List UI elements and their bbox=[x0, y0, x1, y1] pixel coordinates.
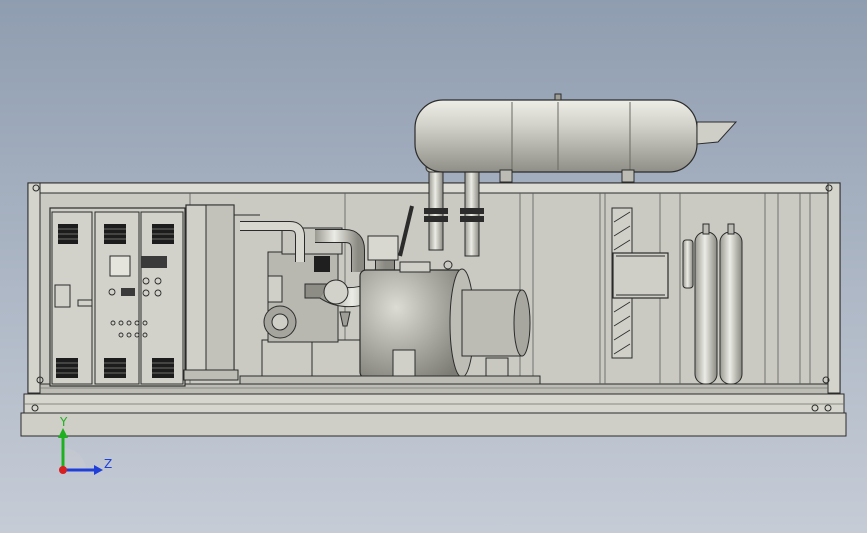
silencer[interactable] bbox=[414, 93, 738, 183]
z-axis-arrow bbox=[94, 465, 103, 475]
origin-marker bbox=[59, 466, 67, 474]
control-cabinet[interactable] bbox=[49, 207, 186, 387]
cad-viewport[interactable]: Y Z bbox=[0, 0, 867, 533]
z-axis-label: Z bbox=[104, 457, 112, 471]
engine-skid-rail bbox=[239, 375, 541, 385]
y-axis-label: Y bbox=[59, 415, 68, 429]
base-skid bbox=[20, 393, 847, 437]
